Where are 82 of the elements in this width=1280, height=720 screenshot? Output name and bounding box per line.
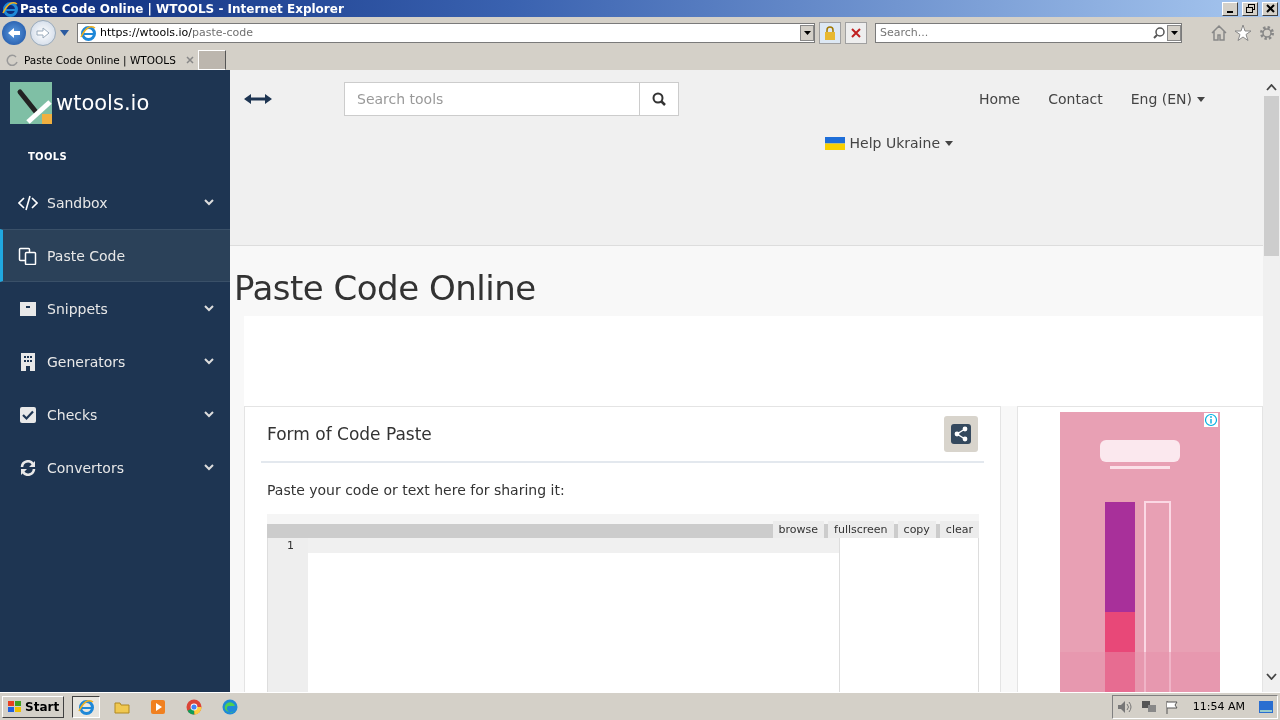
caret-icon: [1197, 96, 1205, 102]
windows-logo-icon: [7, 699, 23, 714]
expand-arrows-icon[interactable]: [244, 93, 272, 105]
caret-icon: [1170, 30, 1178, 35]
share-button[interactable]: [944, 416, 978, 452]
scrollbar-thumb[interactable]: [1264, 96, 1279, 256]
chevron-down-icon[interactable]: [204, 464, 214, 471]
restore-icon: [1245, 4, 1255, 13]
section-heading: TOOLS: [27, 150, 68, 164]
search-button[interactable]: [640, 82, 679, 116]
search-icon[interactable]: [1153, 26, 1165, 39]
building-icon: [20, 352, 36, 371]
form-prompt: Paste your code or text here for sharing it:: [267, 482, 566, 498]
copy-icon: [18, 246, 38, 265]
chrome-icon[interactable]: [186, 698, 203, 715]
archive-icon: [19, 300, 37, 317]
help-ukraine-dropdown[interactable]: Help Ukraine: [824, 135, 953, 151]
address-bar[interactable]: https://wtools.io/paste-code: [77, 22, 815, 43]
nav-link[interactable]: Home: [978, 91, 1021, 107]
line-number: 1: [286, 538, 295, 553]
editor-toolbar-button[interactable]: fullscreen: [828, 521, 894, 538]
favorites-star-icon[interactable]: [1234, 23, 1252, 41]
show-desktop-icon[interactable]: [1259, 700, 1273, 713]
browser-icon: [78, 698, 95, 715]
dropdown-arrow-icon[interactable]: [60, 29, 69, 36]
caret-icon: [803, 30, 811, 35]
dropdown-button[interactable]: [1167, 24, 1181, 41]
sidebar-item[interactable]: Sandbox: [0, 176, 230, 229]
search-box[interactable]: Search...: [875, 22, 1182, 43]
start-button[interactable]: Start: [2, 695, 65, 718]
card-title: Form of Code Paste: [267, 424, 433, 444]
code-icon: [18, 194, 38, 211]
close-icon: [1265, 4, 1275, 13]
caret-icon: [945, 140, 953, 146]
search-icon: [652, 92, 666, 106]
dropdown-button[interactable]: [800, 24, 814, 41]
window-title: Paste Code Online | WTOOLS - Internet Explorer: [20, 1, 345, 16]
editor-toolbar-button[interactable]: browse: [772, 521, 825, 538]
speaker-icon[interactable]: [1116, 699, 1133, 714]
checkbox-icon: [20, 406, 36, 423]
sidebar-item[interactable]: Checks: [0, 388, 230, 441]
editor-toolbar-button[interactable]: clear: [939, 521, 979, 538]
stop-button[interactable]: [845, 21, 867, 44]
back-arrow-icon: [7, 26, 21, 39]
language-dropdown[interactable]: Eng (EN): [1130, 91, 1205, 107]
refresh-icon: [20, 459, 36, 476]
forward-arrow-icon: [36, 26, 50, 39]
chevron-down-icon[interactable]: [204, 199, 214, 206]
minimize-icon: [1227, 10, 1233, 13]
app-logo-icon: [2, 0, 18, 17]
code-editor[interactable]: browse fullscreen copy clear 1: [267, 514, 979, 692]
sidebar-item[interactable]: Convertors: [0, 441, 230, 494]
chevron-down-icon[interactable]: [204, 358, 214, 365]
taskbar-app-button[interactable]: [72, 695, 101, 718]
scrollbar[interactable]: [1263, 70, 1280, 692]
sidebar-item[interactable]: Paste Code: [0, 229, 230, 282]
nav-link[interactable]: Contact: [1048, 91, 1103, 107]
chevron-down-icon[interactable]: [204, 411, 214, 418]
share-icon: [951, 424, 971, 444]
close-icon: [851, 27, 861, 38]
search-field[interactable]: Search tools: [344, 82, 640, 116]
media-player-icon[interactable]: [150, 698, 167, 715]
close-button[interactable]: [1262, 1, 1278, 16]
scroll-down-icon[interactable]: [1266, 673, 1277, 680]
new-tab-button[interactable]: [198, 50, 226, 70]
page-icon: [80, 24, 96, 41]
page-title: Paste Code Online: [234, 268, 537, 308]
wrench-logo-icon: [10, 82, 52, 124]
flag-icon[interactable]: [1164, 699, 1179, 714]
back-button[interactable]: [2, 20, 26, 45]
network-icon[interactable]: [1140, 699, 1157, 714]
sidebar-item[interactable]: Snippets: [0, 282, 230, 335]
sidebar-item[interactable]: Generators: [0, 335, 230, 388]
clock: 11:54 AM: [1192, 700, 1245, 713]
loading-icon: [6, 54, 18, 66]
minimize-button[interactable]: [1222, 1, 1238, 16]
site-logo[interactable]: wtools.io: [56, 91, 150, 115]
restore-button[interactable]: [1242, 1, 1258, 16]
scroll-up-icon[interactable]: [1266, 84, 1277, 91]
flag-icon: [824, 136, 845, 150]
editor-toolbar-button[interactable]: copy: [897, 521, 936, 538]
chevron-down-icon[interactable]: [204, 305, 214, 312]
